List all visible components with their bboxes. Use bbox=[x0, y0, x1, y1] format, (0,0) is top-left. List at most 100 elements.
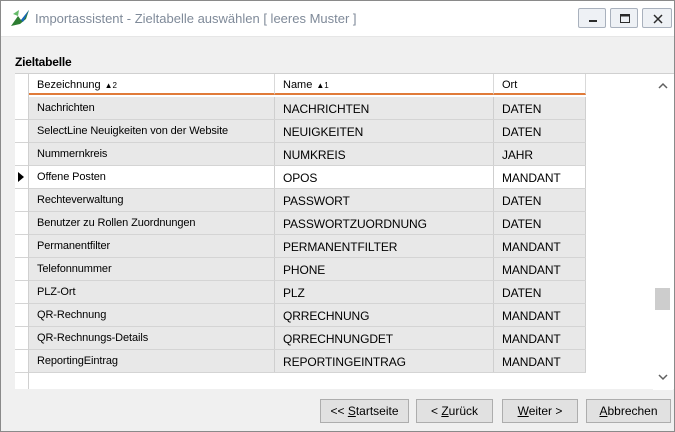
button-mnemonic: Z bbox=[441, 404, 449, 418]
button-prefix: < bbox=[430, 404, 442, 418]
table-row[interactable]: ReportingEintrag REPORTINGEINTRAG MANDANT bbox=[29, 350, 586, 373]
next-button[interactable]: Weiter > bbox=[502, 399, 578, 423]
minimize-icon bbox=[589, 20, 597, 22]
table-row[interactable]: Benutzer zu Rollen Zuordnungen PASSWORTZU… bbox=[29, 212, 586, 235]
table-cell-name[interactable]: PERMANENTFILTER bbox=[275, 235, 494, 257]
close-button[interactable] bbox=[642, 8, 672, 28]
vertical-scrollbar[interactable] bbox=[653, 74, 673, 390]
minimize-button[interactable] bbox=[578, 8, 606, 28]
table-cell-bez[interactable]: ReportingEintrag bbox=[29, 350, 275, 372]
row-selector-cell[interactable] bbox=[15, 350, 28, 373]
row-selector-cell[interactable] bbox=[15, 327, 28, 350]
table-cell-bez[interactable]: Rechteverwaltung bbox=[29, 189, 275, 211]
current-row-indicator-icon bbox=[18, 172, 24, 182]
column-header-label: Ort bbox=[502, 79, 518, 91]
table-cell-ort[interactable]: MANDANT bbox=[494, 327, 586, 349]
table-row[interactable]: Nummernkreis NUMKREIS JAHR bbox=[29, 143, 586, 166]
sort-order-number: 2 bbox=[112, 81, 117, 90]
button-prefix: << bbox=[330, 404, 348, 418]
sort-ascending-icon: ▲ bbox=[104, 81, 113, 90]
button-label-rest: bbrechen bbox=[607, 404, 658, 418]
table-row[interactable]: SelectLine Neuigkeiten von der Website NE… bbox=[29, 120, 586, 143]
table-cell-ort[interactable]: MANDANT bbox=[494, 235, 586, 257]
row-selector-cell[interactable] bbox=[15, 189, 28, 212]
table-cell-ort[interactable]: DATEN bbox=[494, 281, 586, 303]
row-selector-cell[interactable] bbox=[15, 235, 28, 258]
target-table-grid[interactable]: Bezeichnung ▲2 Name ▲1 Ort Nachrichten NACH… bbox=[29, 73, 674, 389]
table-cell-ort[interactable]: JAHR bbox=[494, 143, 586, 165]
table-cell-bez[interactable]: Permanentfilter bbox=[29, 235, 275, 257]
close-icon bbox=[653, 14, 663, 24]
table-cell-ort[interactable]: DATEN bbox=[494, 120, 586, 142]
table-row[interactable]: Permanentfilter PERMANENTFILTER MANDANT bbox=[29, 235, 586, 258]
row-selector-cell[interactable] bbox=[15, 97, 28, 120]
table-row[interactable]: Offene Posten OPOS MANDANT bbox=[29, 166, 586, 189]
importassistant-app-icon bbox=[11, 10, 29, 26]
button-mnemonic: S bbox=[347, 404, 356, 418]
table-row[interactable]: Nachrichten NACHRICHTEN DATEN bbox=[29, 97, 586, 120]
table-cell-bez[interactable]: Telefonnummer bbox=[29, 258, 275, 280]
column-header-ort[interactable]: Ort bbox=[494, 74, 586, 95]
table-cell-name[interactable]: NACHRICHTEN bbox=[275, 97, 494, 119]
sort-order-number: 1 bbox=[324, 81, 329, 90]
table-cell-bez[interactable]: Nachrichten bbox=[29, 97, 275, 119]
table-cell-ort[interactable]: MANDANT bbox=[494, 350, 586, 372]
table-cell-bez[interactable]: Benutzer zu Rollen Zuordnungen bbox=[29, 212, 275, 234]
row-selector-cell[interactable] bbox=[15, 143, 28, 166]
start-page-button[interactable]: << Startseite bbox=[320, 399, 409, 423]
table-row[interactable]: PLZ-Ort PLZ DATEN bbox=[29, 281, 586, 304]
title-bar[interactable]: Importassistent - Zieltabelle auswählen … bbox=[1, 1, 674, 37]
row-selector-cell[interactable] bbox=[15, 120, 28, 143]
table-cell-name[interactable]: QRRECHNUNG bbox=[275, 304, 494, 326]
table-cell-name[interactable]: PLZ bbox=[275, 281, 494, 303]
column-header-name[interactable]: Name ▲1 bbox=[275, 74, 494, 95]
section-title: Zieltabelle bbox=[15, 55, 72, 69]
table-cell-ort[interactable]: DATEN bbox=[494, 212, 586, 234]
scrollbar-thumb[interactable] bbox=[655, 288, 670, 310]
import-assistant-window: Importassistent - Zieltabelle auswählen … bbox=[0, 0, 675, 432]
window-title: Importassistent - Zieltabelle auswählen … bbox=[35, 11, 357, 26]
row-selector-cell[interactable] bbox=[15, 281, 28, 304]
table-cell-name[interactable]: NEUIGKEITEN bbox=[275, 120, 494, 142]
table-cell-name[interactable]: PASSWORT bbox=[275, 189, 494, 211]
column-header-label: Bezeichnung bbox=[37, 79, 101, 91]
table-cell-name[interactable]: NUMKREIS bbox=[275, 143, 494, 165]
table-cell-name[interactable]: PHONE bbox=[275, 258, 494, 280]
button-label-rest: urück bbox=[448, 404, 479, 418]
table-cell-bez[interactable]: SelectLine Neuigkeiten von der Website bbox=[29, 120, 275, 142]
table-cell-ort[interactable]: DATEN bbox=[494, 189, 586, 211]
table-cell-ort[interactable]: MANDANT bbox=[494, 304, 586, 326]
row-selector-cell[interactable] bbox=[15, 304, 28, 327]
row-selector-cell[interactable] bbox=[15, 212, 28, 235]
back-button[interactable]: < Zurück bbox=[416, 399, 493, 423]
row-selector-column bbox=[15, 73, 29, 389]
table-cell-name[interactable]: REPORTINGEINTRAG bbox=[275, 350, 494, 372]
column-header-bezeichnung[interactable]: Bezeichnung ▲2 bbox=[29, 74, 275, 95]
table-row[interactable]: Rechteverwaltung PASSWORT DATEN bbox=[29, 189, 586, 212]
maximize-icon bbox=[620, 14, 630, 23]
scroll-up-icon[interactable] bbox=[653, 74, 673, 96]
row-selector-cell[interactable] bbox=[15, 166, 28, 189]
cancel-button[interactable]: Abbrechen bbox=[586, 399, 671, 423]
table-row[interactable]: QR-Rechnung QRRECHNUNG MANDANT bbox=[29, 304, 586, 327]
table-cell-ort[interactable]: MANDANT bbox=[494, 166, 586, 188]
column-header-label: Name bbox=[283, 79, 313, 91]
table-cell-bez[interactable]: QR-Rechnungs-Details bbox=[29, 327, 275, 349]
table-cell-name[interactable]: QRRECHNUNGDET bbox=[275, 327, 494, 349]
table-cell-ort[interactable]: MANDANT bbox=[494, 258, 586, 280]
button-mnemonic: W bbox=[517, 404, 529, 418]
table-cell-bez[interactable]: Offene Posten bbox=[29, 166, 275, 188]
maximize-button[interactable] bbox=[610, 8, 638, 28]
table-cell-name[interactable]: OPOS bbox=[275, 166, 494, 188]
table-cell-bez[interactable]: QR-Rechnung bbox=[29, 304, 275, 326]
row-selector-cell[interactable] bbox=[15, 258, 28, 281]
table-cell-bez[interactable]: Nummernkreis bbox=[29, 143, 275, 165]
table-cell-ort[interactable]: DATEN bbox=[494, 97, 586, 119]
scroll-down-icon[interactable] bbox=[653, 366, 673, 388]
table-row[interactable]: QR-Rechnungs-Details QRRECHNUNGDET MANDANT bbox=[29, 327, 586, 350]
button-label-rest: eiter > bbox=[528, 404, 563, 418]
table-row[interactable]: Telefonnummer PHONE MANDANT bbox=[29, 258, 586, 281]
table-cell-name[interactable]: PASSWORTZUORDNUNG bbox=[275, 212, 494, 234]
table-cell-bez[interactable]: PLZ-Ort bbox=[29, 281, 275, 303]
button-label-rest: tartseite bbox=[355, 404, 399, 418]
